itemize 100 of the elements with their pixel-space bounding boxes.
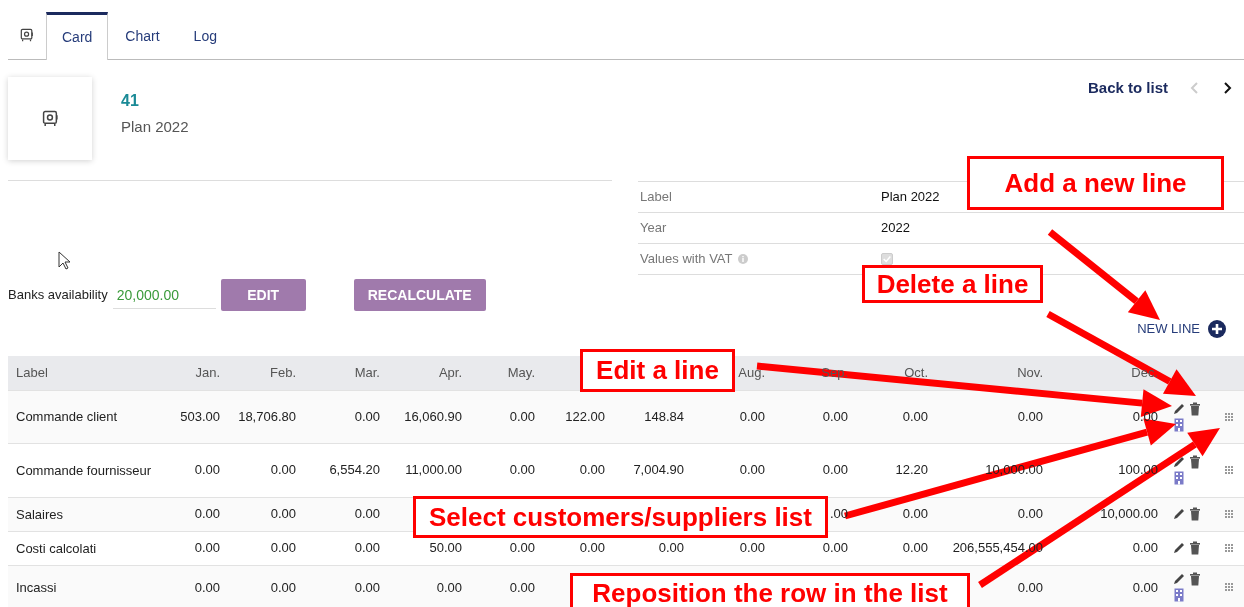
table-cell: 0.00 [509,408,535,424]
edit-icon[interactable] [1172,455,1186,469]
drag-handle-icon[interactable] [1225,544,1233,552]
drag-handle-icon[interactable] [1225,466,1233,474]
column-header: Feb. [270,365,296,380]
table-cell: 0.00 [579,462,605,478]
table-cell: 0.00 [739,408,765,424]
table-cell: 0.00 [354,579,380,595]
table-cell: 0.00 [270,579,296,595]
tab[interactable]: Log [176,11,234,59]
record-number: 41 [121,91,140,111]
table-cell: 0.00 [822,540,848,556]
table-cell: 16,060.90 [404,408,462,424]
table-cell: 0.00 [194,579,220,595]
column-header: Apr. [438,365,462,380]
callout-label: Select customers/suppliers list [413,496,828,538]
table-cell: 0.00 [1132,579,1158,595]
row-label: Incassi [16,579,57,595]
table-cell: 0.00 [902,540,928,556]
drag-handle-icon[interactable] [1225,510,1233,518]
table-cell: 0.00 [509,579,535,595]
column-header: May. [507,365,535,380]
plus-icon [1208,320,1226,338]
table-cell: 0.00 [354,506,380,522]
row-label: Costi calcolati [16,540,97,556]
table-cell: 0.00 [509,540,535,556]
field-label: Label [640,188,672,207]
cursor-icon [58,251,71,271]
row-label: Commande fournisseur [16,462,152,478]
table-cell: 10,000.00 [1100,506,1158,522]
table-cell: 0.00 [739,540,765,556]
table-cell: 122.00 [565,408,605,424]
delete-icon[interactable] [1189,572,1201,587]
field-label: Banks availability [8,286,108,305]
building-icon[interactable] [1174,588,1184,603]
delete-icon[interactable] [1189,541,1201,555]
column-header: Aug. [738,365,765,380]
building-icon[interactable] [1174,417,1184,432]
input-field[interactable]: 20,000.00 [112,281,216,309]
column-header: Label [16,365,48,380]
table-cell: 12.20 [895,462,928,478]
table-cell: 0.00 [194,506,220,522]
table-cell: 0.00 [270,540,296,556]
table-cell: 0.00 [194,462,220,478]
column-header: Mar. [354,365,380,380]
row-label: Salaires [16,506,63,522]
recalculate-button[interactable]: RECALCULATE [353,279,486,311]
callout-label: Delete a line [862,265,1043,303]
table-cell: 0.00 [579,540,605,556]
edit-icon[interactable] [1172,507,1186,521]
table-cell: 0.00 [1017,579,1043,595]
column-header: Jan. [195,365,220,380]
table-cell: 0.00 [739,462,765,478]
table-cell: 18,706.80 [238,408,296,424]
tab[interactable]: Card [46,12,109,60]
field-label: Year [640,219,667,238]
drag-handle-icon[interactable] [1225,412,1233,421]
table-cell: 0.00 [1132,408,1158,424]
callout-label: Add a new line [967,156,1224,210]
new-line-button[interactable]: NEW LINE [1137,319,1226,339]
edit-icon[interactable] [1172,541,1186,555]
callout-label: Reposition the row in the list [570,573,970,607]
building-icon[interactable] [1174,471,1184,485]
table-cell: 0.00 [354,408,380,424]
table-cell: 0.00 [1017,408,1043,424]
drag-handle-icon[interactable] [1225,583,1233,592]
tab[interactable]: Chart [108,11,177,59]
table-cell: 0.00 [194,540,220,556]
table-cell: 0.00 [1132,540,1158,556]
table-cell: 148.84 [644,408,684,424]
record-name: Plan 2022 [121,117,189,137]
row-label: Commande client [16,409,118,424]
table-cell: 0.00 [354,540,380,556]
edit-button[interactable]: EDIT [220,279,306,311]
table-cell: 0.00 [270,462,296,478]
delete-icon[interactable] [1189,507,1201,521]
table-cell: 0.00 [822,462,848,478]
column-header: Oct. [904,365,928,380]
table-cell: 7,004.90 [633,462,684,478]
table-cell: 0.00 [509,462,535,478]
callout-label: Edit a line [580,349,735,392]
field-value: Plan 2022 [881,188,940,207]
table-cell: 11,000.00 [405,462,462,478]
delete-icon[interactable] [1189,401,1201,416]
delete-icon[interactable] [1189,455,1201,469]
table-cell: 0.00 [822,408,848,424]
field-value: 2022 [881,219,910,238]
table-cell: .00 [829,506,848,522]
table-cell: 0.00 [270,506,296,522]
table-cell: 0.00 [1017,506,1043,522]
table-cell: 50.00 [429,540,462,556]
table-cell: 0.00 [902,506,928,522]
table-cell: 0.00 [436,579,462,595]
table-cell: 6,554.20 [329,462,380,478]
table-cell: 0.00 [658,540,684,556]
edit-icon[interactable] [1172,572,1186,587]
column-header: Nov. [1017,365,1043,380]
back-link[interactable]: Back to list [1087,78,1168,98]
table-cell: 0.00 [902,408,928,424]
field-label: Values with VAT [640,250,733,269]
